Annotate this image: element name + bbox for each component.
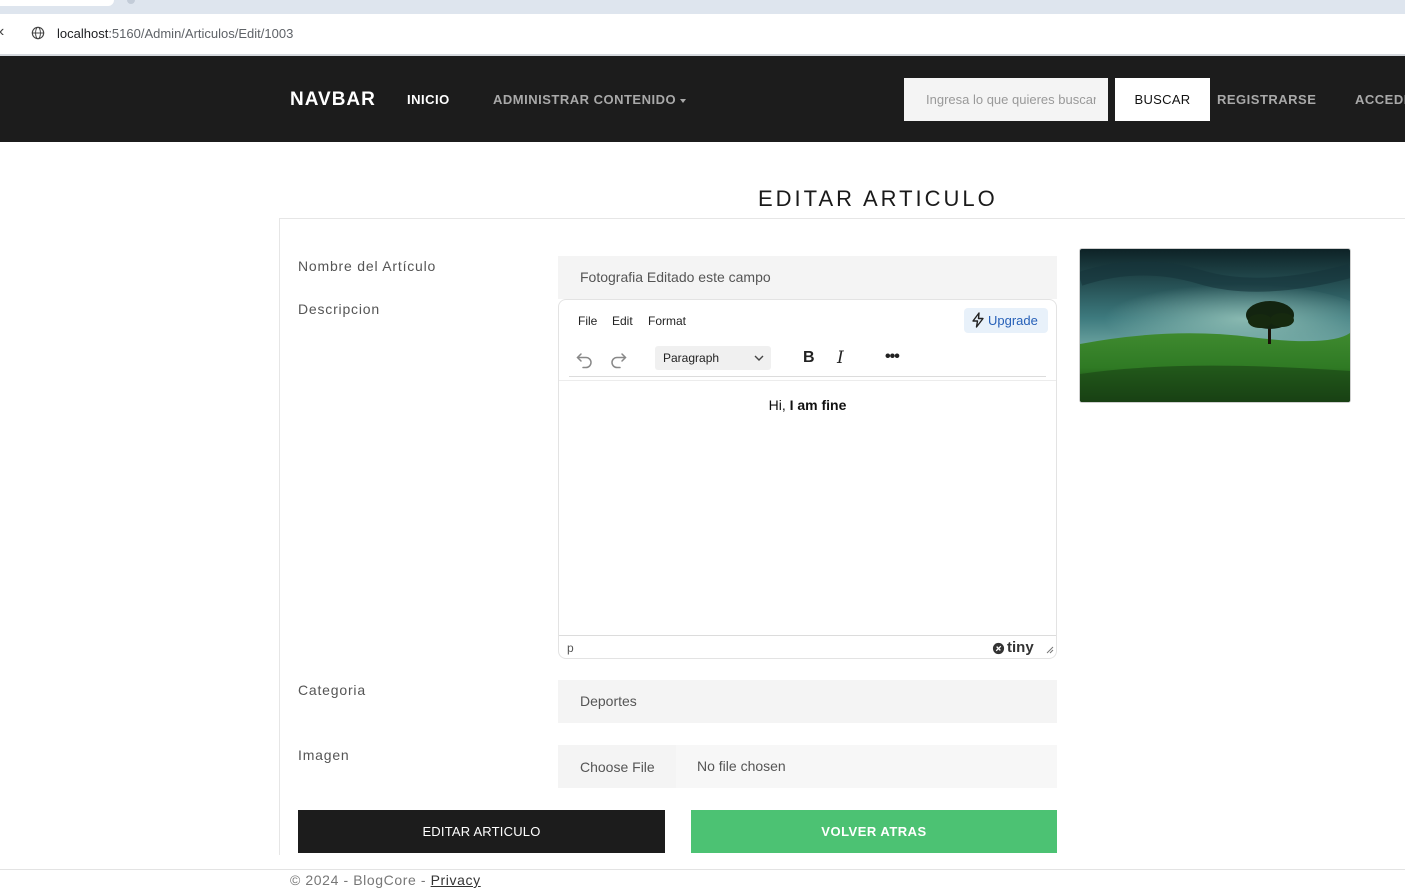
nav-admin-label: ADMINISTRAR CONTENIDO: [493, 92, 677, 107]
browser-tab[interactable]: [0, 0, 114, 6]
nav-registrarse[interactable]: REGISTRARSE: [1217, 92, 1316, 107]
navbar: NAVBAR INICIO ADMINISTRAR CONTENIDO BUSC…: [0, 56, 1405, 142]
undo-icon[interactable]: [575, 349, 595, 369]
descripcion-label: Descripcion: [298, 301, 380, 317]
back-arrow-icon[interactable]: ‹: [0, 23, 4, 41]
menu-file[interactable]: File: [578, 314, 597, 328]
url-field[interactable]: localhost:5160/Admin/Articulos/Edit/1003: [57, 26, 293, 41]
caret-down-icon: [680, 98, 687, 103]
menu-edit[interactable]: Edit: [612, 314, 633, 328]
tiny-brand[interactable]: tiny: [992, 639, 1034, 656]
footer-copyright: © 2024 - BlogCore -: [290, 872, 431, 888]
globe-icon[interactable]: [31, 26, 45, 40]
url-host: localhost: [57, 26, 109, 41]
imagen-label: Imagen: [298, 747, 350, 763]
choose-file-button[interactable]: Choose File: [558, 745, 676, 788]
nombre-label: Nombre del Artículo: [298, 258, 437, 274]
nombre-input[interactable]: Fotografia Editado este campo: [558, 256, 1057, 299]
file-status-text: No file chosen: [676, 745, 1057, 788]
bold-button[interactable]: B: [803, 349, 815, 367]
lightning-icon: [972, 312, 984, 328]
italic-button[interactable]: I: [837, 348, 844, 368]
article-image-preview: [1079, 248, 1351, 403]
page-title: EDITAR ARTICULO: [758, 186, 998, 211]
editor-text-plain: Hi,: [768, 397, 790, 413]
new-tab-button[interactable]: [127, 0, 135, 4]
editor-menubar: File Edit Format Upgrade: [559, 300, 1056, 344]
tiny-logo-icon: [992, 642, 1005, 654]
footer: © 2024 - BlogCore - Privacy: [290, 872, 481, 888]
categoria-label: Categoria: [298, 682, 366, 698]
block-format-value: Paragraph: [663, 351, 720, 365]
browser-tab-strip: [0, 0, 1405, 14]
categoria-select[interactable]: Deportes: [558, 680, 1057, 723]
search-button[interactable]: BUSCAR: [1115, 78, 1210, 121]
chevron-down-icon: [754, 355, 764, 361]
editor-statusbar: p tiny: [559, 635, 1056, 659]
footer-divider: [0, 869, 1405, 870]
editor-content-area[interactable]: Hi, I am fine: [559, 380, 1056, 636]
privacy-link[interactable]: Privacy: [431, 872, 481, 888]
url-path: :5160/Admin/Articulos/Edit/1003: [108, 26, 294, 41]
more-options-button[interactable]: •••: [885, 348, 900, 366]
nav-admin-dropdown[interactable]: ADMINISTRAR CONTENIDO: [493, 92, 687, 107]
upgrade-label: Upgrade: [988, 313, 1038, 328]
search-input[interactable]: [904, 78, 1108, 121]
landscape-tree-image: [1080, 249, 1350, 402]
image-file-input: Choose File No file chosen: [558, 745, 1057, 788]
nav-acceder[interactable]: ACCEDER: [1355, 92, 1405, 107]
redo-icon[interactable]: [608, 349, 628, 369]
editor-toolbar: Paragraph B I •••: [569, 344, 1046, 377]
upgrade-button[interactable]: Upgrade: [964, 308, 1048, 333]
element-path[interactable]: p: [567, 641, 574, 655]
editor-text-bold: I am fine: [789, 397, 847, 413]
navbar-brand[interactable]: NAVBAR: [290, 89, 376, 111]
block-format-select[interactable]: Paragraph: [655, 346, 771, 370]
tiny-brand-label: tiny: [1007, 639, 1034, 656]
resize-handle-icon[interactable]: [1044, 644, 1054, 654]
editor-paragraph[interactable]: Hi, I am fine: [559, 397, 1056, 413]
menu-format[interactable]: Format: [648, 314, 686, 328]
nav-inicio[interactable]: INICIO: [407, 92, 450, 107]
back-button[interactable]: VOLVER ATRAS: [691, 810, 1057, 853]
edit-article-button[interactable]: EDITAR ARTICULO: [298, 810, 665, 853]
address-bar: ‹ localhost:5160/Admin/Articulos/Edit/10…: [0, 14, 1405, 54]
rich-text-editor: File Edit Format Upgrade Paragraph B I •…: [558, 299, 1057, 659]
